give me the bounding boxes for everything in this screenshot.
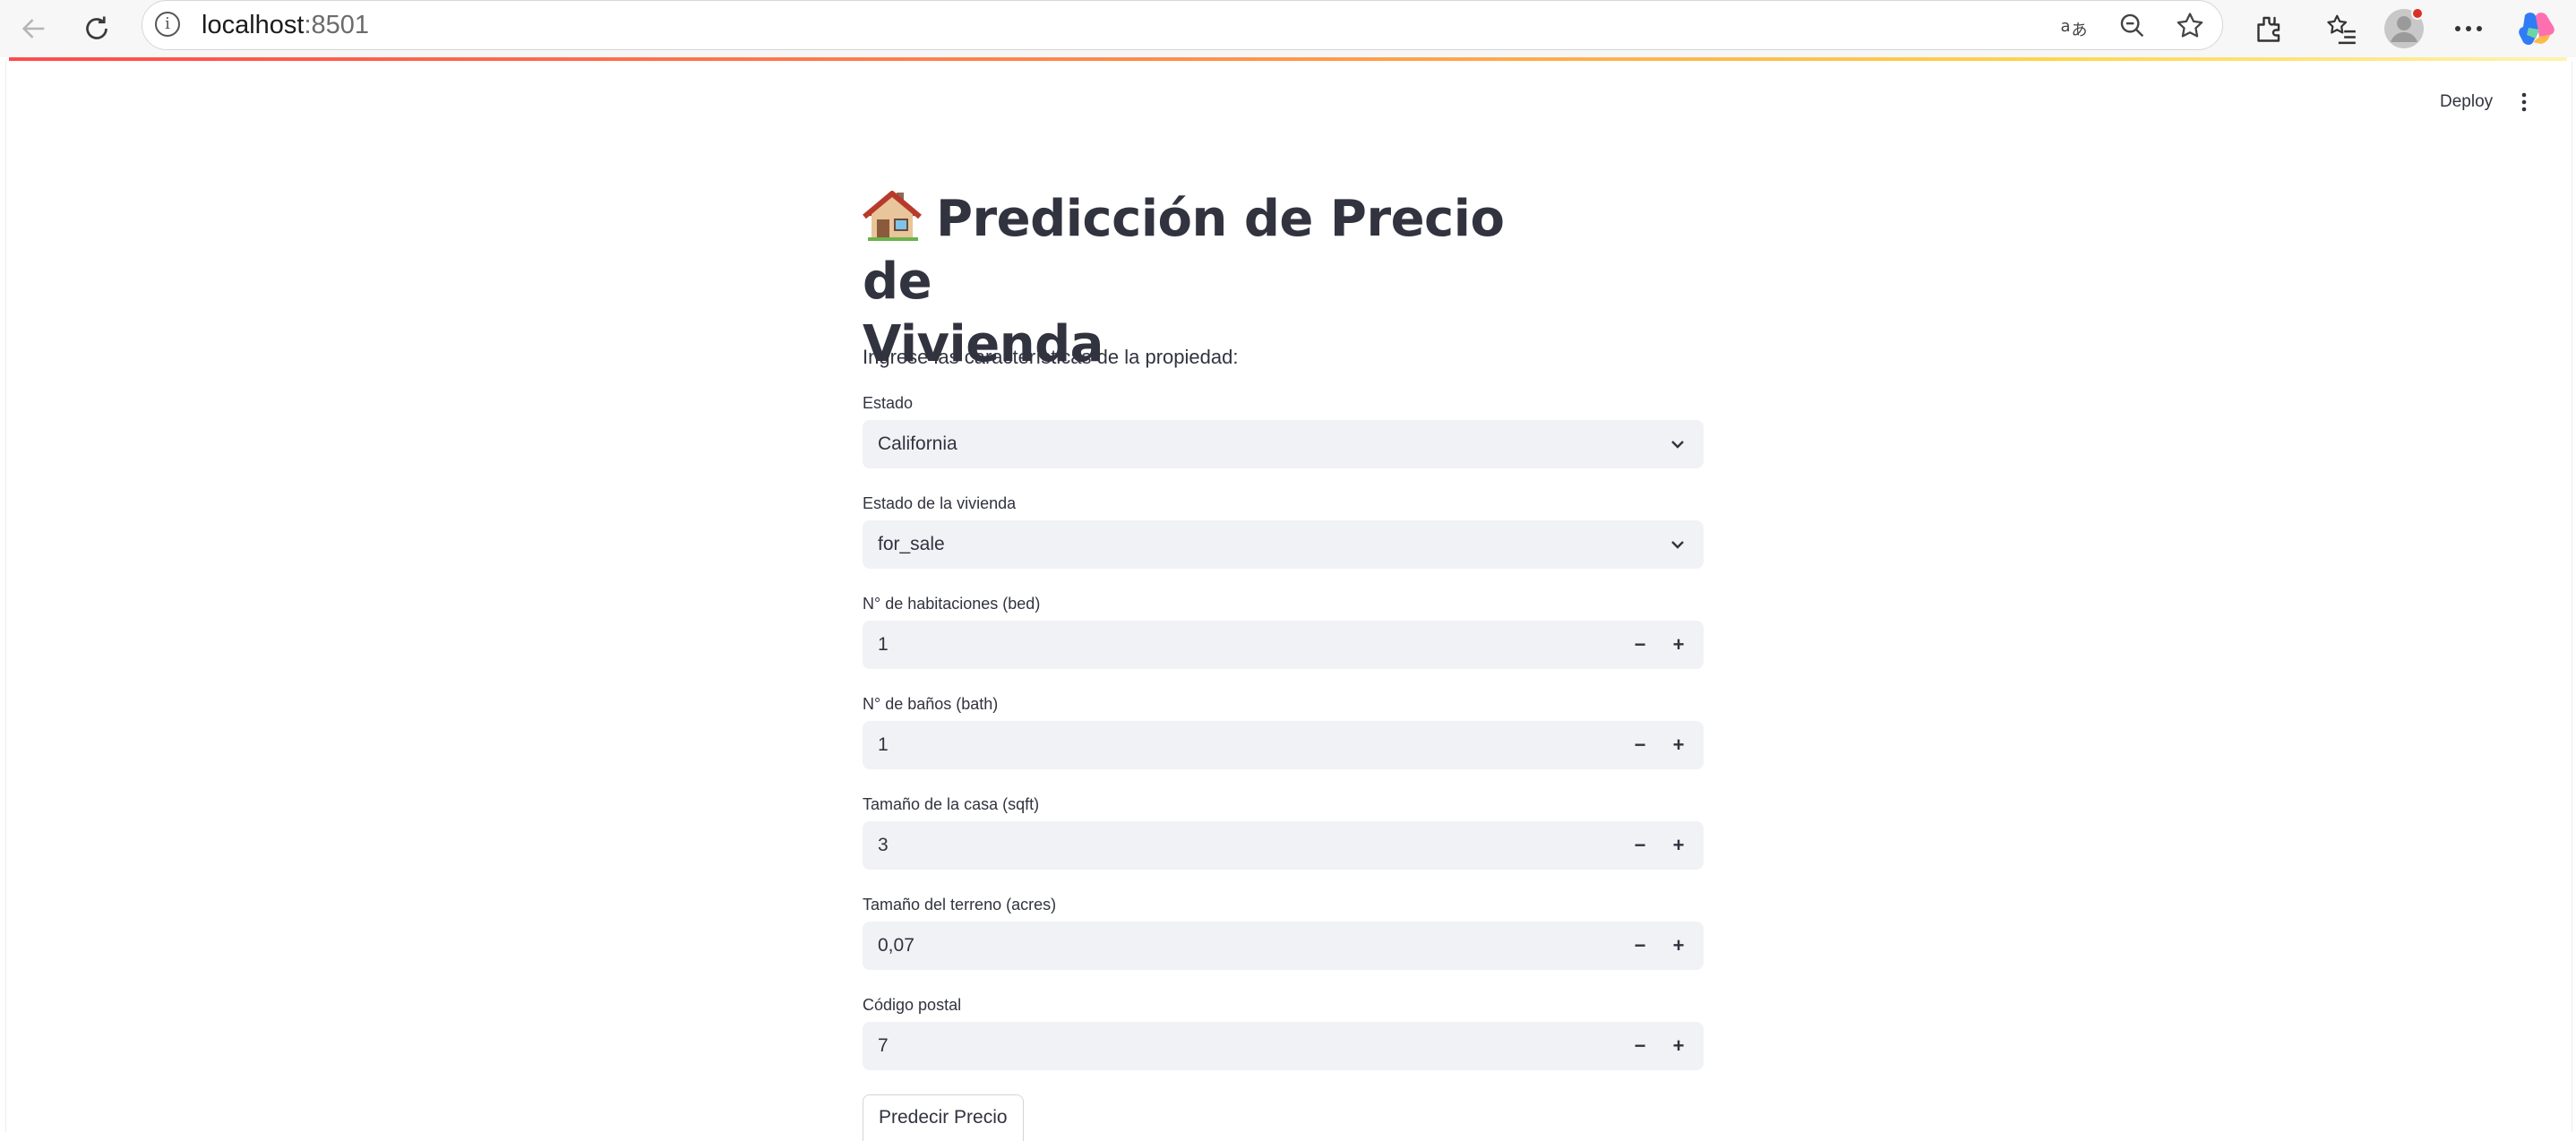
vertical-dots-icon [2521,92,2527,112]
title-line1: Predicción de Precio de [863,190,1505,311]
subtitle: Ingrese las características de la propie… [863,346,1239,368]
site-info-icon[interactable]: i [155,12,180,37]
copilot-icon[interactable] [2513,5,2560,52]
house-size-number-input[interactable]: 3 − + [863,821,1704,870]
acre-lot-value: 0,07 [878,935,914,956]
address-bar[interactable]: i localhost:8501 aあ [142,0,2223,50]
browser-toolbar: i localhost:8501 aあ [0,0,2576,57]
estado-label: Estado [863,394,914,412]
acre-lot-decrement-button[interactable]: − [1621,922,1659,970]
estado-vivienda-label: Estado de la vivienda [863,494,1017,512]
url-text[interactable]: localhost:8501 [202,10,369,40]
reload-button[interactable] [70,5,124,52]
acre-lot-number-input[interactable]: 0,07 − + [863,922,1704,970]
bath-decrement-button[interactable]: − [1621,721,1659,769]
estado-vivienda-select[interactable]: for_sale [863,520,1704,569]
bath-value: 1 [878,734,889,755]
house-size-value: 3 [878,835,889,855]
svg-text:a: a [2061,17,2071,36]
favorites-list-icon[interactable] [2318,5,2365,52]
estado-vivienda-value: for_sale [878,534,945,554]
zip-code-increment-button[interactable]: + [1660,1022,1697,1070]
bed-label: N° de habitaciones (bed) [863,595,1041,613]
bed-increment-button[interactable]: + [1660,621,1697,669]
extensions-icon[interactable] [2245,5,2291,52]
zip-code-label: Código postal [863,996,962,1014]
zip-code-number-input[interactable]: 7 − + [863,1022,1704,1070]
chevron-down-icon [1666,433,1689,456]
house-size-decrement-button[interactable]: − [1621,821,1659,870]
favorite-star-icon[interactable] [2170,6,2210,46]
main-menu-button[interactable] [2508,84,2540,120]
profile-avatar-icon[interactable] [2381,5,2427,52]
reload-icon [86,16,107,39]
chevron-down-icon [1666,533,1689,556]
bed-decrement-button[interactable]: − [1621,621,1659,669]
svg-text:あ: あ [2072,21,2088,40]
house-size-increment-button[interactable]: + [1660,821,1697,870]
zoom-out-icon[interactable] [2113,6,2152,46]
zip-code-value: 7 [878,1035,889,1056]
acre-lot-increment-button[interactable]: + [1660,922,1697,970]
zip-code-decrement-button[interactable]: − [1621,1022,1659,1070]
estado-value: California [878,433,957,454]
read-aloud-translate-icon[interactable]: aあ [2056,6,2095,46]
bed-number-input[interactable]: 1 − + [863,621,1704,669]
house-size-label: Tamaño de la casa (sqft) [863,795,1040,813]
house-emoji-icon [863,191,922,241]
more-menu-icon[interactable] [2445,5,2492,52]
estado-select[interactable]: California [863,420,1704,468]
bath-number-input[interactable]: 1 − + [863,721,1704,769]
back-button[interactable] [7,5,61,52]
back-arrow-icon [21,19,45,39]
bath-label: N° de baños (bath) [863,695,999,713]
bed-value: 1 [878,634,889,655]
deploy-button[interactable]: Deploy [2434,86,2498,118]
bath-increment-button[interactable]: + [1660,721,1697,769]
main-block: Predicción de Precio de Vivienda Ingrese … [863,188,1704,1141]
acre-lot-label: Tamaño del terreno (acres) [863,896,1057,914]
predict-price-button[interactable]: Predecir Precio [863,1094,1024,1141]
